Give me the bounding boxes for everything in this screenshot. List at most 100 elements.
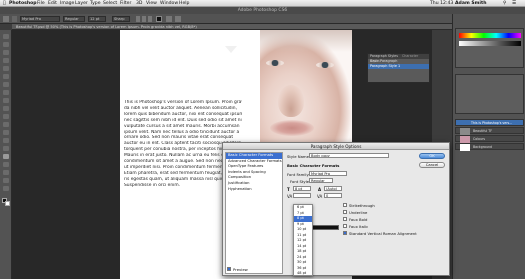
eyedropper-tool-icon[interactable]	[3, 74, 9, 79]
quick-select-tool-icon[interactable]	[3, 58, 9, 63]
type-tool-icon[interactable]	[3, 154, 9, 159]
preview-checkbox[interactable]	[227, 267, 231, 271]
style-name-input[interactable]: Body copy	[309, 153, 389, 158]
warp-text-icon[interactable]	[166, 16, 172, 22]
menu-app-name[interactable]: Photoshop	[9, 0, 37, 7]
character-panel-icon[interactable]	[175, 16, 181, 22]
zoom-tool-icon[interactable]	[3, 186, 9, 191]
cancel-button[interactable]: Cancel	[419, 162, 445, 168]
font-size-dropdown: 6 pt 7 pt 8 pt 9 pt 10 pt 11 pt 12 pt 14…	[293, 204, 313, 276]
layer-thumbnail	[460, 136, 470, 143]
menu-file[interactable]: File	[37, 0, 45, 7]
menu-help[interactable]: Help	[179, 0, 189, 7]
list-icon[interactable]: ☰	[512, 0, 516, 7]
align-center-icon[interactable]	[142, 16, 146, 22]
layer-thumbnail	[460, 128, 470, 135]
text-color-swatch[interactable]	[156, 16, 162, 22]
shape-tool-icon[interactable]	[3, 170, 9, 175]
user-name[interactable]: Adam Smith	[455, 0, 486, 7]
section-heading: Basic Character Formats	[287, 163, 340, 168]
portrait-eye-right	[316, 62, 334, 68]
portrait-lips	[270, 120, 314, 136]
path-select-tool-icon[interactable]	[3, 162, 9, 167]
menu-view[interactable]: View	[146, 0, 157, 7]
portrait-nose	[278, 85, 304, 117]
search-icon[interactable]: ⚲	[503, 0, 506, 7]
layer-name: Beautiful TF	[473, 129, 493, 133]
type-tool-icon[interactable]	[3, 16, 9, 22]
kerning-input[interactable]	[293, 193, 311, 198]
crop-tool-icon[interactable]	[3, 66, 9, 71]
menu-image[interactable]: Image	[60, 0, 74, 7]
font-style-select[interactable]: Regular	[309, 178, 333, 183]
orientation-icon[interactable]	[12, 16, 17, 22]
layer-row[interactable]: Colours	[455, 135, 524, 143]
style-row-selected[interactable]: Paragraph Style 1	[368, 64, 429, 69]
category-list: Basic Character Formats Advanced Charact…	[225, 152, 283, 274]
tools-panel	[0, 30, 12, 279]
vertical-roman-checkbox[interactable]	[343, 231, 347, 235]
underline-label: Underline	[349, 210, 368, 215]
eraser-tool-icon[interactable]	[3, 114, 9, 119]
faux-italic-checkbox[interactable]	[343, 224, 347, 228]
font-family-select[interactable]: Myriad Pro	[309, 171, 347, 176]
text-line: nec sagittis sem nibh id elit. Duis sed …	[124, 117, 242, 123]
menu-3d[interactable]: 3D	[136, 0, 142, 7]
healing-tool-icon[interactable]	[3, 82, 9, 87]
menu-type[interactable]: Type	[90, 0, 101, 7]
vertical-roman-label: Standard Vertical Roman Alignment	[349, 231, 417, 236]
tracking-input[interactable]: 0	[324, 193, 342, 198]
menu-filter[interactable]: Filter	[120, 0, 131, 7]
faux-bold-checkbox[interactable]	[343, 217, 347, 221]
pen-tool-icon[interactable]	[3, 146, 9, 151]
blur-tool-icon[interactable]	[3, 130, 9, 135]
layer-thumbnail	[460, 144, 470, 151]
menu-edit[interactable]: Edit	[48, 0, 57, 7]
history-brush-tool-icon[interactable]	[3, 106, 9, 111]
brush-tool-icon[interactable]	[3, 90, 9, 95]
gradient-tool-icon[interactable]	[3, 122, 9, 127]
gray-swatches[interactable]	[459, 41, 521, 46]
color-swatch[interactable]	[309, 225, 339, 230]
marquee-tool-icon[interactable]	[3, 42, 9, 47]
right-panel-dock: This is Photoshop's vers... Beautiful TF…	[452, 14, 525, 279]
mac-menubar:  Photoshop File Edit Image Layer Type S…	[0, 0, 525, 7]
preview-label: Preview	[233, 267, 248, 272]
leading-input[interactable]: (Auto)	[324, 186, 342, 191]
dodge-tool-icon[interactable]	[3, 138, 9, 143]
hand-tool-icon[interactable]	[3, 178, 9, 183]
menu-window[interactable]: Window	[160, 0, 178, 7]
options-bar: Myriad Pro Regular 12 pt Sharp	[0, 14, 525, 24]
apple-icon[interactable]: 	[3, 0, 6, 7]
font-family-select[interactable]: Myriad Pro	[20, 16, 60, 22]
layer-row[interactable]: Background	[455, 143, 524, 151]
ok-button[interactable]: OK	[419, 153, 445, 159]
background-color-swatch[interactable]	[5, 201, 10, 206]
layer-name: This is Photoshop's vers...	[471, 121, 513, 125]
clock: Thu 12:43	[430, 1, 454, 6]
underline-checkbox[interactable]	[343, 210, 347, 214]
font-style-select[interactable]: Regular	[63, 16, 85, 22]
portrait-hair	[260, 30, 352, 52]
font-size-select[interactable]: 12 pt	[88, 16, 106, 22]
menu-select[interactable]: Select	[103, 0, 117, 7]
lasso-tool-icon[interactable]	[3, 50, 9, 55]
layer-row[interactable]: Beautiful TF	[455, 127, 524, 135]
layer-row-selected[interactable]: This is Photoshop's vers...	[455, 119, 524, 126]
tab-paragraph-styles[interactable]: Paragraph Styles	[370, 54, 398, 58]
menu-layer[interactable]: Layer	[75, 0, 88, 7]
clone-tool-icon[interactable]	[3, 98, 9, 103]
size-option[interactable]: 48 pt	[294, 271, 312, 277]
color-swatches[interactable]	[459, 33, 521, 38]
faux-bold-label: Faux Bold	[349, 217, 368, 222]
anti-alias-select[interactable]: Sharp	[112, 16, 130, 22]
leading-icon: A	[318, 187, 322, 192]
category-hyphenation[interactable]: Hyphenation	[226, 187, 282, 193]
text-line: da nibh vel velit auctor aliquet. Aenean…	[124, 105, 237, 111]
faux-italic-label: Faux Italic	[349, 224, 369, 229]
font-size-input[interactable]: 8 pt	[293, 186, 311, 191]
align-right-icon[interactable]	[148, 16, 152, 22]
strikethrough-checkbox[interactable]	[343, 203, 347, 207]
move-tool-icon[interactable]	[3, 34, 9, 39]
align-left-icon[interactable]	[136, 16, 140, 22]
